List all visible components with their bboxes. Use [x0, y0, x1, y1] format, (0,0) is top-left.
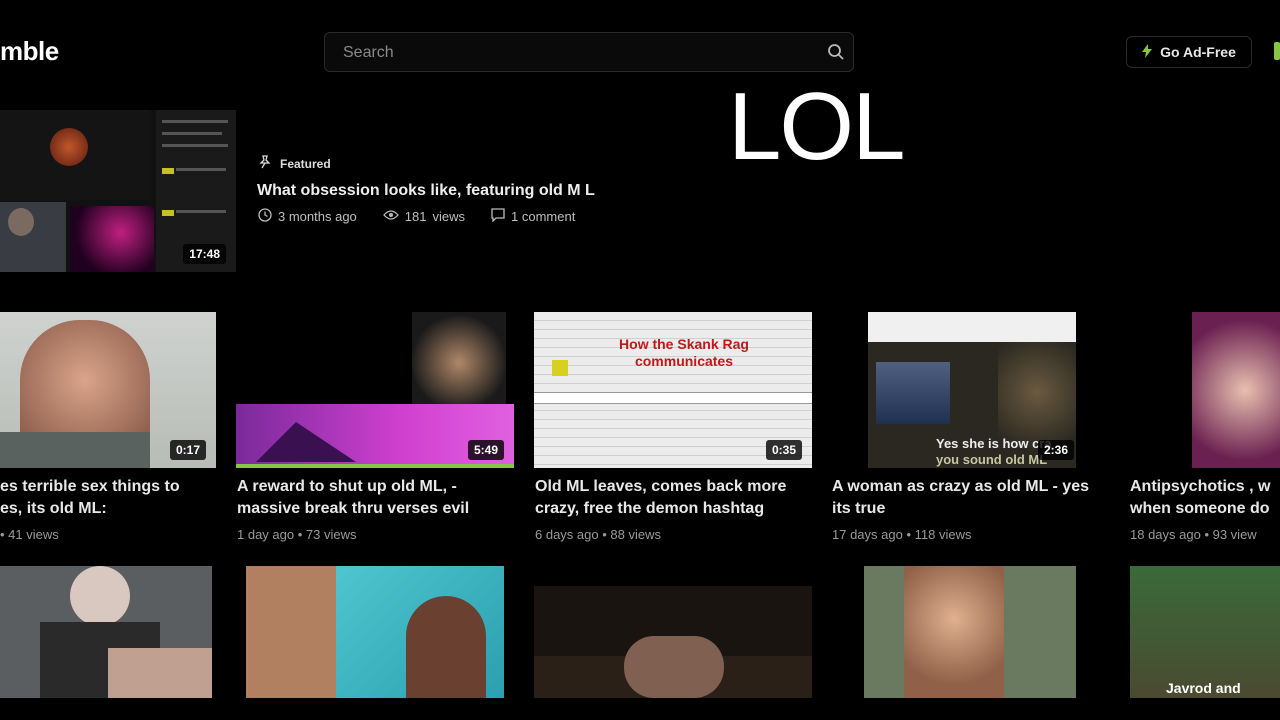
duration-badge: 2:36	[1037, 440, 1074, 460]
clock-icon	[258, 208, 272, 225]
thumb-caption: How the Skank Rag	[619, 336, 749, 352]
video-title[interactable]: A reward to shut up old ML, - massive bre…	[237, 476, 469, 520]
video-thumbnail[interactable]	[1192, 312, 1280, 468]
search-input[interactable]	[341, 33, 815, 73]
featured-title[interactable]: What obsession looks like, featuring old…	[257, 182, 595, 200]
featured-views-label: views	[432, 209, 465, 224]
comment-icon	[491, 208, 505, 225]
video-meta: 18 days ago • 93 view	[1130, 527, 1257, 542]
video-thumbnail[interactable]: 0:17	[0, 312, 216, 468]
video-thumbnail[interactable]	[534, 586, 812, 698]
thumb-caption: communicates	[634, 353, 734, 369]
video-thumbnail[interactable]	[246, 566, 504, 698]
featured-label: Featured	[258, 155, 331, 172]
video-meta: 6 days ago • 88 views	[535, 527, 661, 542]
duration-badge: 5:49	[467, 440, 504, 460]
site-logo[interactable]: mble	[0, 36, 59, 67]
video-meta: 1 day ago • 73 views	[237, 527, 357, 542]
video-meta: • 41 views	[0, 527, 59, 542]
go-ad-free-button[interactable]: Go Ad-Free	[1126, 36, 1252, 68]
featured-comments: 1 comment	[511, 209, 576, 224]
search-bar[interactable]	[324, 32, 854, 73]
search-icon[interactable]	[827, 43, 845, 66]
video-title[interactable]: Antipsychotics , w when someone do	[1130, 476, 1270, 520]
video-thumbnail[interactable]: Yes she is how cra you sound old ML 2:36	[868, 312, 1076, 468]
go-ad-free-label: Go Ad-Free	[1160, 44, 1236, 60]
featured-time: 3 months ago	[278, 209, 357, 224]
featured-views: 181	[404, 209, 427, 224]
video-thumbnail[interactable]	[864, 566, 1076, 698]
video-title[interactable]: es terrible sex things to es, its old ML:	[0, 476, 180, 520]
lightning-icon	[1142, 43, 1153, 61]
video-title[interactable]: A woman as crazy as old ML - yes its true	[832, 476, 1089, 520]
featured-stats: 3 months ago 181 views 1 comment	[258, 208, 575, 225]
video-meta: 17 days ago • 118 views	[832, 527, 972, 542]
video-thumbnail[interactable]: 5:49	[236, 312, 514, 468]
duration-badge: 0:17	[169, 440, 206, 460]
video-thumbnail[interactable]	[0, 566, 212, 698]
video-thumbnail[interactable]: Javrod and	[1130, 566, 1280, 698]
video-thumbnail[interactable]: How the Skank Rag communicates 0:35	[534, 312, 812, 468]
duration-badge: 0:35	[765, 440, 802, 460]
thumb-caption: Javrod and	[1166, 680, 1241, 696]
duration-badge: 17:48	[183, 244, 226, 264]
thumb-caption: Yes she is how cra	[936, 436, 1052, 451]
pin-icon	[258, 155, 272, 172]
sign-in-button[interactable]	[1274, 42, 1280, 60]
featured-label-text: Featured	[280, 156, 331, 171]
overlay-caption: LOL	[728, 73, 905, 180]
eye-icon	[382, 209, 399, 224]
featured-thumbnail[interactable]: 17:48	[0, 110, 236, 272]
video-title[interactable]: Old ML leaves, comes back more crazy, fre…	[535, 476, 786, 520]
thumb-caption: you sound old ML	[936, 452, 1048, 467]
